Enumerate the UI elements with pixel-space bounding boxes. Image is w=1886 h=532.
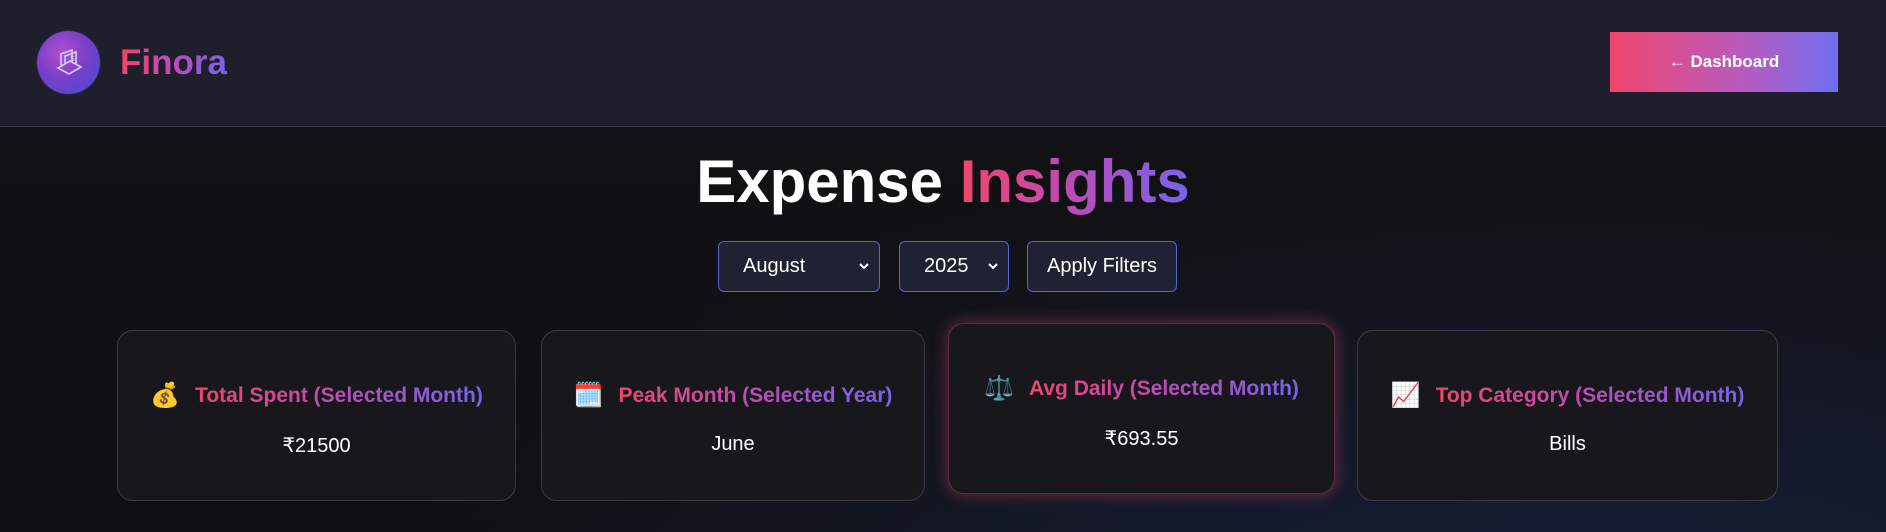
- page-title-part1: Expense: [696, 148, 960, 215]
- month-select-value: August: [743, 255, 806, 277]
- back-to-dashboard-button[interactable]: ← Dashboard: [1610, 32, 1838, 92]
- stat-card-top-category: 📈 Top Category (Selected Month) Bills: [1357, 330, 1778, 501]
- stat-card-header: 💰 Total Spent (Selected Month): [118, 381, 515, 410]
- stat-card-peak-month: 🗓️ Peak Month (Selected Year) June: [541, 330, 925, 501]
- page-title-part2: Insights: [959, 148, 1190, 215]
- balance-scale-icon: ⚖️: [984, 375, 1014, 402]
- top-nav-bar: $ Finora ← Dashboard: [0, 0, 1886, 127]
- chevron-down-icon: [859, 263, 869, 270]
- svg-text:$: $: [70, 54, 75, 63]
- stat-card-value: Bills: [1549, 433, 1586, 455]
- money-bag-icon: 💰: [150, 382, 181, 409]
- stat-card-avg-daily: ⚖️ Avg Daily (Selected Month) ₹693.55: [948, 323, 1335, 494]
- stat-card-label: Total Spent (Selected Month): [195, 383, 483, 407]
- year-select-value: 2025: [924, 255, 969, 277]
- apply-filters-button[interactable]: Apply Filters: [1027, 241, 1177, 292]
- stat-card-label: Avg Daily (Selected Month): [1028, 376, 1299, 400]
- brand-logo[interactable]: $ Finora: [37, 31, 227, 94]
- stat-card-value: ₹693.55: [1104, 428, 1179, 450]
- stat-card-total-spent: 💰 Total Spent (Selected Month) ₹21500: [117, 330, 516, 501]
- month-select[interactable]: August: [718, 241, 880, 292]
- stat-card-header: 📈 Top Category (Selected Month): [1358, 381, 1777, 410]
- year-select[interactable]: 2025: [899, 241, 1009, 292]
- stat-card-header: 🗓️ Peak Month (Selected Year): [542, 381, 924, 410]
- chevron-down-icon: [988, 263, 998, 270]
- stat-card-header: ⚖️ Avg Daily (Selected Month): [949, 374, 1334, 403]
- stat-card-value: June: [711, 433, 755, 455]
- chart-increasing-icon: 📈: [1390, 382, 1421, 409]
- calendar-icon: 🗓️: [573, 382, 604, 409]
- stat-card-label: Top Category (Selected Month): [1435, 383, 1745, 407]
- page-title: Expense Insights: [0, 147, 1886, 217]
- brand-name: Finora: [120, 42, 227, 82]
- wallet-logo-icon: $: [37, 31, 100, 94]
- stat-card-value: ₹21500: [282, 435, 351, 457]
- stat-card-label: Peak Month (Selected Year): [618, 383, 893, 407]
